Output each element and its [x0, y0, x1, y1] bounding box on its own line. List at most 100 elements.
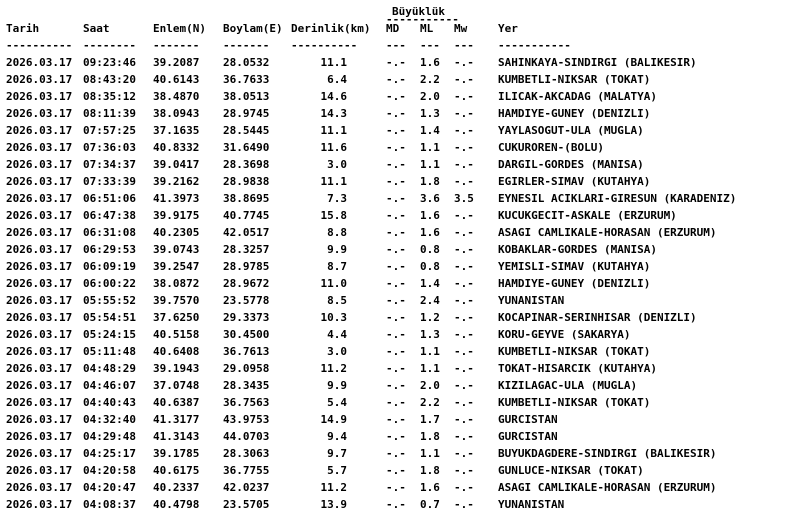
row-latitude: 39.2087: [153, 56, 200, 69]
row-date: 2026.03.17: [6, 396, 73, 409]
row-latitude: 38.0872: [153, 277, 200, 290]
rule-date: ----------: [6, 39, 73, 52]
row-mw: -.-: [454, 175, 474, 188]
row-time: 08:11:39: [83, 107, 136, 120]
row-md: -.-: [386, 345, 406, 358]
row-place: KOBAKLAR-GORDES (MANISA): [498, 243, 657, 256]
table-row: 2026.03.17 08:35:12 38.4870 38.0513 14.6 -.- 2…: [0, 88, 800, 105]
row-md: -.-: [386, 73, 406, 86]
row-latitude: 40.6175: [153, 464, 200, 477]
table-row: 2026.03.17 05:11:48 40.6408 36.7613 3.0 -.- 1.…: [0, 343, 800, 360]
row-latitude: 37.0748: [153, 379, 200, 392]
row-depth: 10.3: [320, 311, 348, 324]
row-ml: 2.4: [420, 294, 440, 307]
row-time: 04:48:29: [83, 362, 136, 375]
earthquake-rows: 2026.03.17 09:23:46 39.2087 28.0532 11.1 -.- 1…: [0, 54, 800, 513]
row-depth: 11.2: [320, 481, 348, 494]
row-date: 2026.03.17: [6, 430, 73, 443]
row-latitude: 40.8332: [153, 141, 200, 154]
row-longitude: 23.5778: [223, 294, 270, 307]
rule-time: --------: [83, 39, 136, 52]
row-ml: 0.8: [420, 260, 440, 273]
table-row: 2026.03.17 07:57:25 37.1635 28.5445 11.1 -.- 1…: [0, 122, 800, 139]
row-time: 05:55:52: [83, 294, 136, 307]
row-time: 07:33:39: [83, 175, 136, 188]
table-row: 2026.03.17 07:36:03 40.8332 31.6490 11.6 -.- 1…: [0, 139, 800, 156]
row-latitude: 39.2547: [153, 260, 200, 273]
row-md: -.-: [386, 447, 406, 460]
row-md: -.-: [386, 192, 406, 205]
row-md: -.-: [386, 277, 406, 290]
row-date: 2026.03.17: [6, 413, 73, 426]
row-date: 2026.03.17: [6, 498, 73, 511]
row-md: -.-: [386, 464, 406, 477]
column-rule-row: ---------- -------- ------- ------- ----…: [0, 37, 800, 54]
row-time: 04:29:48: [83, 430, 136, 443]
row-latitude: 39.0743: [153, 243, 200, 256]
row-depth: 7.3: [327, 192, 347, 205]
row-ml: 1.1: [420, 158, 440, 171]
row-place: BUYUKDAGDERE-SINDIRGI (BALIKESIR): [498, 447, 717, 460]
row-mw: -.-: [454, 481, 474, 494]
table-row: 2026.03.17 07:34:37 39.0417 28.3698 3.0 -.- 1.…: [0, 156, 800, 173]
row-depth: 9.4: [327, 430, 347, 443]
row-md: -.-: [386, 226, 406, 239]
rule-md: ---: [386, 39, 406, 52]
row-depth: 15.8: [320, 209, 348, 222]
row-ml: 1.4: [420, 277, 440, 290]
column-header-depth: Derinlik(km): [291, 22, 371, 35]
row-latitude: 37.1635: [153, 124, 200, 137]
row-mw: -.-: [454, 141, 474, 154]
row-mw: -.-: [454, 311, 474, 324]
row-ml: 1.7: [420, 413, 440, 426]
row-time: 05:24:15: [83, 328, 136, 341]
row-date: 2026.03.17: [6, 345, 73, 358]
row-time: 06:09:19: [83, 260, 136, 273]
row-date: 2026.03.17: [6, 447, 73, 460]
row-md: -.-: [386, 481, 406, 494]
table-row: 2026.03.17 05:54:51 37.6250 29.3373 10.3 -.- 1…: [0, 309, 800, 326]
row-ml: 2.0: [420, 379, 440, 392]
row-time: 06:51:06: [83, 192, 136, 205]
rule-depth: ----------: [291, 39, 358, 52]
row-longitude: 28.9672: [223, 277, 270, 290]
row-mw: -.-: [454, 209, 474, 222]
table-row: 2026.03.17 06:29:53 39.0743 28.3257 9.9 -.- 0.…: [0, 241, 800, 258]
row-longitude: 36.7613: [223, 345, 270, 358]
rule-ml: ---: [420, 39, 440, 52]
row-mw: -.-: [454, 277, 474, 290]
row-time: 07:57:25: [83, 124, 136, 137]
row-ml: 1.1: [420, 141, 440, 154]
row-longitude: 30.4500: [223, 328, 270, 341]
row-place: YUNANISTAN: [498, 294, 565, 307]
row-mw: -.-: [454, 328, 474, 341]
row-ml: 3.6: [420, 192, 440, 205]
row-ml: 1.6: [420, 481, 440, 494]
row-mw: -.-: [454, 396, 474, 409]
row-md: -.-: [386, 90, 406, 103]
table-row: 2026.03.17 06:51:06 41.3973 38.8695 7.3 -.- 3.…: [0, 190, 800, 207]
row-ml: 2.2: [420, 73, 440, 86]
row-depth: 11.2: [320, 362, 348, 375]
row-place: EYNESIL ACIKLARI-GIRESUN (KARADENIZ): [498, 192, 737, 205]
row-longitude: 28.9838: [223, 175, 270, 188]
row-latitude: 40.5158: [153, 328, 200, 341]
row-md: -.-: [386, 328, 406, 341]
row-md: -.-: [386, 379, 406, 392]
row-place: HAMDIYE-GUNEY (DENIZLI): [498, 107, 651, 120]
row-longitude: 28.0532: [223, 56, 270, 69]
row-place: YEMISLI-SIMAV (KUTAHYA): [498, 260, 651, 273]
row-latitude: 41.3177: [153, 413, 200, 426]
table-row: 2026.03.17 04:20:58 40.6175 36.7755 5.7 -.- 1.…: [0, 462, 800, 479]
row-date: 2026.03.17: [6, 328, 73, 341]
row-place: SAHINKAYA-SINDIRGI (BALIKESIR): [498, 56, 697, 69]
row-longitude: 23.5705: [223, 498, 270, 511]
row-latitude: 39.0417: [153, 158, 200, 171]
row-md: -.-: [386, 396, 406, 409]
row-depth: 14.3: [320, 107, 348, 120]
row-mw: -.-: [454, 158, 474, 171]
row-depth: 8.8: [327, 226, 347, 239]
row-mw: -.-: [454, 362, 474, 375]
row-depth: 14.9: [320, 413, 348, 426]
row-date: 2026.03.17: [6, 124, 73, 137]
